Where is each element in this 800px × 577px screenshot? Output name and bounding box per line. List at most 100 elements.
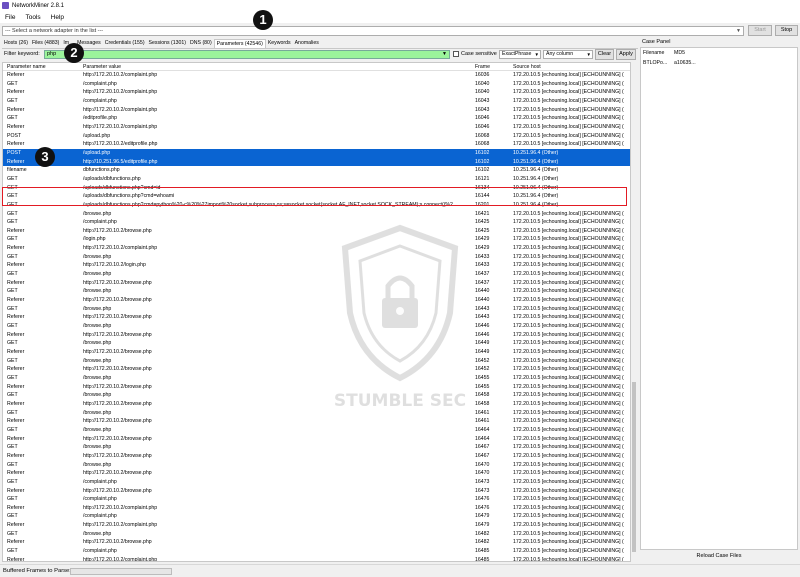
tab-sessions[interactable]: Sessions (1301) [147, 39, 189, 48]
table-row[interactable]: GET/browse.php 16449 172.20.10.5 [echounin… [3, 339, 630, 348]
table-row[interactable]: GET/complaint.php 16479 172.20.10.5 [echou… [3, 512, 630, 521]
column-header-parameter-value[interactable]: Parameter value [79, 63, 471, 70]
adapter-select[interactable]: --- Select a network adapter in the list… [2, 26, 744, 36]
cell-parameter-value: http://172.20.10.2/browse.php [83, 314, 152, 321]
table-row[interactable]: GET/browse.php 16437 172.20.10.5 [echounin… [3, 270, 630, 279]
scrollbar-thumb[interactable] [632, 382, 636, 552]
table-row[interactable]: GET/browse.php 16461 172.20.10.5 [echounin… [3, 409, 630, 418]
table-row[interactable]: Referer http://172.20.10.2/browse.php 1645… [3, 383, 630, 392]
table-row[interactable]: Referer http://172.20.10.2/complaint.php 1… [3, 88, 630, 97]
table-row[interactable]: GET/browse.php 16458 172.20.10.5 [echounin… [3, 391, 630, 400]
column-header-parameter-name[interactable]: Parameter name [3, 63, 79, 70]
cell-parameter-value: /browse.php [83, 409, 112, 416]
column-header-filename[interactable]: Filename [641, 48, 671, 58]
table-row[interactable]: GET/complaint.php 16473 172.20.10.5 [echou… [3, 478, 630, 487]
cell-source-host: 10.251.96.4 (Other) [513, 149, 559, 156]
table-row[interactable]: Referer http://172.20.10.2/browse.php 1647… [3, 487, 630, 496]
start-button[interactable]: Start [748, 25, 772, 36]
cell-frame-number: 16102 [475, 158, 490, 165]
cell-frame-number: 16425 [475, 227, 490, 234]
tab-hosts[interactable]: Hosts (26) [2, 39, 30, 48]
table-row[interactable]: GET/browse.php 16443 172.20.10.5 [echounin… [3, 305, 630, 314]
stop-button[interactable]: Stop [775, 25, 798, 36]
table-row[interactable]: GET/browse.php 16470 172.20.10.5 [echounin… [3, 461, 630, 470]
table-row[interactable]: GET/browse.php 16464 172.20.10.5 [echounin… [3, 426, 630, 435]
cell-source-host: 172.20.10.5 [echouning.local] [ECHOUNNIN… [513, 219, 624, 226]
table-row[interactable]: Referer http://172.20.10.2/login.php 16433… [3, 261, 630, 270]
table-row[interactable]: Referer http://172.20.10.2/complaint.php 1… [3, 521, 630, 530]
table-row[interactable]: GET/browse.php 16467 172.20.10.5 [echounin… [3, 443, 630, 452]
table-row[interactable]: Referer http://172.20.10.2/complaint.php 1… [3, 504, 630, 513]
table-row[interactable]: GET/uploads/dbfunctions.php 16121 10.251.9… [3, 175, 630, 184]
table-row[interactable]: GET/complaint.php 16425 172.20.10.5 [echou… [3, 218, 630, 227]
table-row[interactable]: Referer http://172.20.10.2/browse.php 1646… [3, 417, 630, 426]
cell-source-host: 172.20.10.5 [echouning.local] [ECHOUNNIN… [513, 141, 624, 148]
table-row[interactable]: Referer http://172.20.10.2/browse.php 1648… [3, 538, 630, 547]
tab-files[interactable]: Files (4883) [30, 39, 61, 48]
table-row[interactable]: Referer http://10.251.96.5/editprofile.ph… [3, 157, 630, 167]
table-row[interactable]: Referer http://172.20.10.2/complaint.php 1… [3, 123, 630, 132]
table-row[interactable]: Referer http://172.20.10.2/complaint.php 1… [3, 244, 630, 253]
column-header-md5[interactable]: MD5 [671, 48, 711, 58]
table-row[interactable]: Referer http://172.20.10.2/browse.php 1646… [3, 435, 630, 444]
table-row[interactable]: GET/login.php 16429 172.20.10.5 [echouning… [3, 235, 630, 244]
tab-dns[interactable]: DNS (80) [188, 39, 214, 48]
filter-keyword-input[interactable]: php ▼ [44, 50, 450, 59]
case-file-row[interactable]: BTLOPo... a10635... [641, 58, 797, 68]
table-row[interactable]: GET/complaint.php 16043 172.20.10.5 [echou… [3, 97, 630, 106]
table-row[interactable]: GET/browse.php 16433 172.20.10.5 [echounin… [3, 253, 630, 262]
tab-parameters[interactable]: Parameters (42546) [213, 39, 266, 48]
cell-frame-number: 16476 [475, 504, 490, 511]
table-row[interactable]: GET/editprofile.php 16046 172.20.10.5 [ech… [3, 114, 630, 123]
table-row[interactable]: Referer http://172.20.10.2/complaint.php 1… [3, 106, 630, 115]
cell-source-host: 172.20.10.5 [echouning.local] [ECHOUNNIN… [513, 444, 624, 451]
table-row[interactable]: Referer http://172.20.10.2/browse.php 1646… [3, 452, 630, 461]
tab-credentials[interactable]: Credentials (155) [103, 39, 147, 48]
tab-anomalies[interactable]: Anomalies [293, 39, 321, 48]
table-row[interactable]: GET/browse.php 16440 172.20.10.5 [echounin… [3, 287, 630, 296]
column-header-source-host[interactable]: Source host [509, 63, 630, 70]
table-row[interactable]: GET/complaint.php 16040 172.20.10.5 [echou… [3, 80, 630, 89]
table-row[interactable]: GET/browse.php 16452 172.20.10.5 [echounin… [3, 357, 630, 366]
clear-button[interactable]: Clear [595, 49, 614, 60]
table-row[interactable]: Referer http://172.20.10.2/browse.php 1647… [3, 469, 630, 478]
grid-scrollbar[interactable] [631, 62, 638, 562]
tab-keywords[interactable]: Keywords [266, 39, 293, 48]
cell-parameter-name: GET [7, 236, 18, 243]
table-row[interactable]: Referer http://172.20.10.2/browse.php 1644… [3, 331, 630, 340]
table-row[interactable]: Referer http://172.20.10.2/browse.php 1644… [3, 348, 630, 357]
cell-source-host: 172.20.10.5 [echouning.local] [ECHOUNNIN… [513, 496, 624, 503]
menu-tools[interactable]: Tools [25, 14, 40, 21]
table-row[interactable]: Referer http://172.20.10.2/browse.php 1645… [3, 400, 630, 409]
table-row[interactable]: GET/browse.php 16421 172.20.10.5 [echounin… [3, 210, 630, 219]
case-sensitive-checkbox[interactable] [453, 51, 459, 57]
table-row[interactable]: GET/complaint.php 16476 172.20.10.5 [echou… [3, 495, 630, 504]
table-row[interactable]: GET/browse.php 16455 172.20.10.5 [echounin… [3, 374, 630, 383]
cell-source-host: 172.20.10.5 [echouning.local] [ECHOUNNIN… [513, 106, 624, 113]
table-row[interactable]: Referer http://172.20.10.2/browse.php 1642… [3, 227, 630, 236]
cell-parameter-name: Referer [7, 435, 25, 442]
table-row[interactable]: POST/upload.php 16068 172.20.10.5 [echouni… [3, 132, 630, 141]
table-row[interactable]: GET/browse.php 16446 172.20.10.5 [echounin… [3, 322, 630, 331]
menu-file[interactable]: File [5, 14, 15, 21]
cell-parameter-name: Referer [7, 245, 25, 252]
cell-frame-number: 16470 [475, 470, 490, 477]
table-row[interactable]: Referer http://172.20.10.2/complaint.php 1… [3, 556, 630, 561]
table-row[interactable]: GET/complaint.php 16485 172.20.10.5 [echou… [3, 547, 630, 556]
table-row[interactable]: GET/browse.php 16482 172.20.10.5 [echounin… [3, 530, 630, 539]
table-row[interactable]: Referer http://172.20.10.2/complaint.php 1… [3, 71, 630, 80]
table-row[interactable]: filename dbfunctions.php 16102 10.251.96.4 … [3, 166, 630, 175]
table-row[interactable]: Referer http://172.20.10.2/browse.php 1644… [3, 313, 630, 322]
match-mode-select[interactable]: ExactPhrase ▼ [499, 50, 541, 59]
table-row[interactable]: Referer http://172.20.10.2/browse.php 1644… [3, 296, 630, 305]
table-row[interactable]: Referer http://172.20.10.2/editprofile.ph… [3, 140, 630, 149]
table-row[interactable]: Referer http://172.20.10.2/browse.php 1645… [3, 365, 630, 374]
menu-help[interactable]: Help [51, 14, 64, 21]
column-select[interactable]: Any column ▼ [543, 50, 593, 59]
reload-case-files-button[interactable]: Reload Case Files [640, 551, 798, 562]
cell-source-host: 172.20.10.5 [echouning.local] [ECHOUNNIN… [513, 288, 624, 295]
column-header-frame-number[interactable]: Frame number [471, 63, 509, 70]
apply-button[interactable]: Apply [616, 49, 636, 60]
table-row[interactable]: Referer http://172.20.10.2/browse.php 1643… [3, 279, 630, 288]
table-row[interactable]: POST/upload.php 16102 10.251.96.4 (Other) [3, 148, 630, 158]
